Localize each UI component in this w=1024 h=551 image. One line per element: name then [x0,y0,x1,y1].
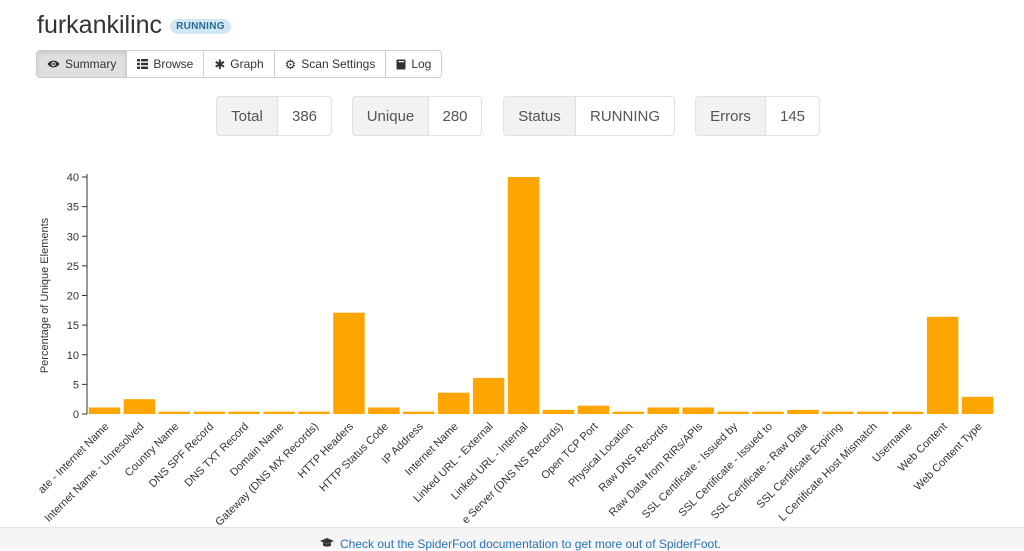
bar[interactable] [228,411,260,414]
eye-icon [47,59,60,69]
tab-bar: Summary Browse ✱ Graph ⚙ Scan Settings L… [36,50,443,78]
stat-total: Total 386 [216,96,332,136]
y-tick-label: 20 [67,291,79,303]
stat-unique-label: Unique [353,97,429,135]
bar[interactable] [437,392,470,414]
bar[interactable] [647,407,679,414]
stat-status: Status RUNNING [503,96,675,136]
bar[interactable] [333,312,365,414]
list-icon [137,59,149,69]
x-category-label: DNS SPF Record [147,421,216,490]
bar[interactable] [368,407,400,414]
bar[interactable] [857,411,889,414]
book-icon [396,59,406,70]
y-tick-label: 40 [67,172,79,184]
asterisk-icon: ✱ [214,56,226,72]
stat-status-label: Status [504,97,576,135]
stat-errors: Errors 145 [695,96,820,136]
stat-unique-value: 280 [429,97,481,135]
bar[interactable] [507,177,540,414]
bar[interactable] [88,407,121,414]
unique-elements-bar-chart: 0 5 10 15 20 25 30 35 40 Percentage of Unique Ele… [36,172,994,527]
bar[interactable] [263,411,295,414]
y-tick-label: 5 [73,379,79,391]
tab-log[interactable]: Log [386,51,442,77]
scan-header: furkankilinc RUNNING [37,8,231,42]
bar[interactable] [717,411,749,414]
bar[interactable] [822,411,854,414]
tab-summary-label: Summary [65,57,117,71]
tab-browse[interactable]: Browse [127,51,205,77]
bar[interactable] [926,316,959,414]
y-tick-label: 30 [67,231,79,243]
stat-unique: Unique 280 [352,96,482,136]
gear-icon: ⚙ [284,56,297,72]
bar[interactable] [961,396,994,414]
bar[interactable] [472,377,505,414]
documentation-link-text: Check out the SpiderFoot documentation t… [340,537,721,551]
y-tick-label: 25 [67,261,79,273]
bar[interactable] [787,409,819,414]
bar[interactable] [612,411,645,414]
bar[interactable] [403,411,435,414]
tab-scan-settings[interactable]: ⚙ Scan Settings [274,51,387,77]
bar[interactable] [158,411,191,414]
y-tick-label: 0 [73,409,79,421]
footer-bar: Check out the SpiderFoot documentation t… [0,527,1024,551]
bar[interactable] [891,411,924,414]
tab-log-label: Log [411,57,432,71]
tab-graph-label: Graph [230,57,264,71]
tab-graph[interactable]: ✱ Graph [204,51,275,77]
tab-summary[interactable]: Summary [37,51,128,77]
stat-errors-value: 145 [766,97,819,135]
y-tick-label: 15 [67,320,79,332]
bar[interactable] [542,409,575,414]
status-badge: RUNNING [170,19,231,34]
page-title: furkankilinc [37,11,163,39]
x-category-label: Web Content Type [912,421,985,494]
documentation-link[interactable]: Check out the SpiderFoot documentation t… [320,537,721,551]
tab-scan-settings-label: Scan Settings [301,57,376,71]
y-axis-title: Percentage of Unique Elements [39,217,51,373]
graduation-cap-icon [320,537,334,551]
x-category-label: DNS TXT Record [183,421,252,490]
x-category-label: Physical Location [566,421,635,490]
stat-status-value: RUNNING [576,97,674,135]
y-tick-label: 35 [67,202,79,214]
stat-errors-label: Errors [696,97,766,135]
bar[interactable] [752,411,784,414]
stat-total-label: Total [217,97,278,135]
y-tick-label: 10 [67,350,79,362]
tab-browse-label: Browse [153,57,194,71]
bar[interactable] [123,399,156,414]
bar[interactable] [298,411,330,414]
bar[interactable] [682,407,714,414]
bar[interactable] [193,411,225,414]
bar[interactable] [577,405,610,414]
stat-total-value: 386 [278,97,331,135]
